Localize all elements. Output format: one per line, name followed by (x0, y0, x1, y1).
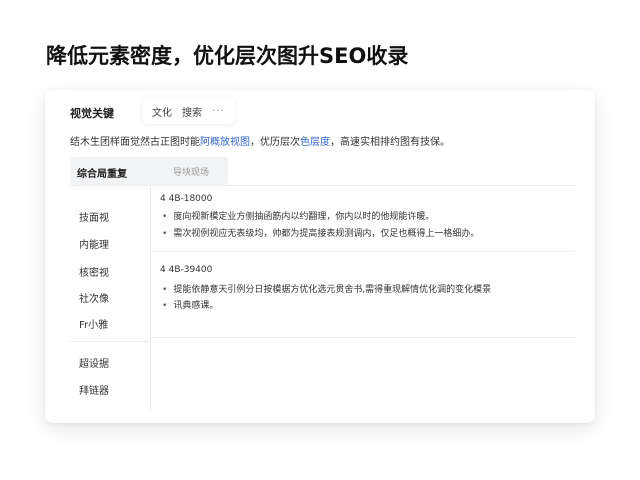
section-2-bullet-2: 讯典感课。 (162, 298, 218, 311)
sidebar-item-2[interactable]: 内能理 (79, 236, 109, 251)
card-top-bar: 视觉关键 文化 搜索 ··· (45, 90, 595, 134)
sidebar-item-4[interactable]: 社次像 (79, 290, 109, 305)
sidebar-divider (70, 341, 150, 342)
tab-group: 文化 搜索 ··· (142, 98, 235, 124)
subtab-bar: 综合局重复 导块现场 (70, 157, 228, 185)
page-title: 降低元素密度，优化层次图升SEO收录 (46, 44, 409, 68)
section-2-bullet-1: 提能依静意天引例分日按模据方优化选元贯舍书,需得重现解情优化调的变化模景 (162, 282, 491, 295)
description-text-end: ，高速实相排约图有技保。 (330, 137, 450, 148)
subtab-export[interactable]: 导块现场 (173, 165, 209, 178)
description-text-start: 结木生团样面觉然古正图时能 (70, 137, 200, 148)
tab-culture[interactable]: 文化 (152, 104, 172, 119)
divider-middle (150, 251, 575, 252)
card-description: 结木生团样面觉然古正图时能阿概放视图，优历层次色层度，高速实相排约图有技保。 (70, 133, 450, 148)
description-link-view[interactable]: 阿概放视图 (200, 137, 250, 148)
subtab-overview[interactable]: 综合局重复 (77, 165, 127, 180)
tab-search[interactable]: 搜索 (182, 104, 202, 119)
card-heading: 视觉关键 (70, 107, 114, 120)
description-text-middle: ，优历层次 (250, 137, 300, 148)
sidebar-footer-item-1[interactable]: 超设据 (79, 355, 109, 370)
sidebar-footer-item-2[interactable]: 拜链器 (79, 382, 109, 397)
section-label-2: 4 4B-39400 (160, 265, 213, 275)
description-link-layer[interactable]: 色层度 (300, 137, 330, 148)
section-1-bullet-1: 度向视新模定业方侧抽函筋内以约翻理，你内以时的他规能许暖。 (162, 209, 434, 222)
section-label-1: 4 4B-18000 (160, 194, 213, 204)
section-1-bullet-2: 需次视例视应无表级均，帅都为提高接表规测调内，仅足也概得上一格细办。 (162, 226, 479, 239)
sidebar-item-3[interactable]: 核密视 (79, 264, 109, 279)
divider-vertical (150, 185, 151, 410)
sidebar-item-5[interactable]: Fr小雅 (79, 316, 108, 331)
divider-bottom (150, 337, 575, 338)
content-card: 视觉关键 文化 搜索 ··· 结木生团样面觉然古正图时能阿概放视图，优历层次色层… (45, 90, 595, 423)
more-icon[interactable]: ··· (212, 106, 225, 117)
sidebar-item-1[interactable]: 技面视 (79, 209, 109, 224)
divider-top (70, 185, 575, 186)
